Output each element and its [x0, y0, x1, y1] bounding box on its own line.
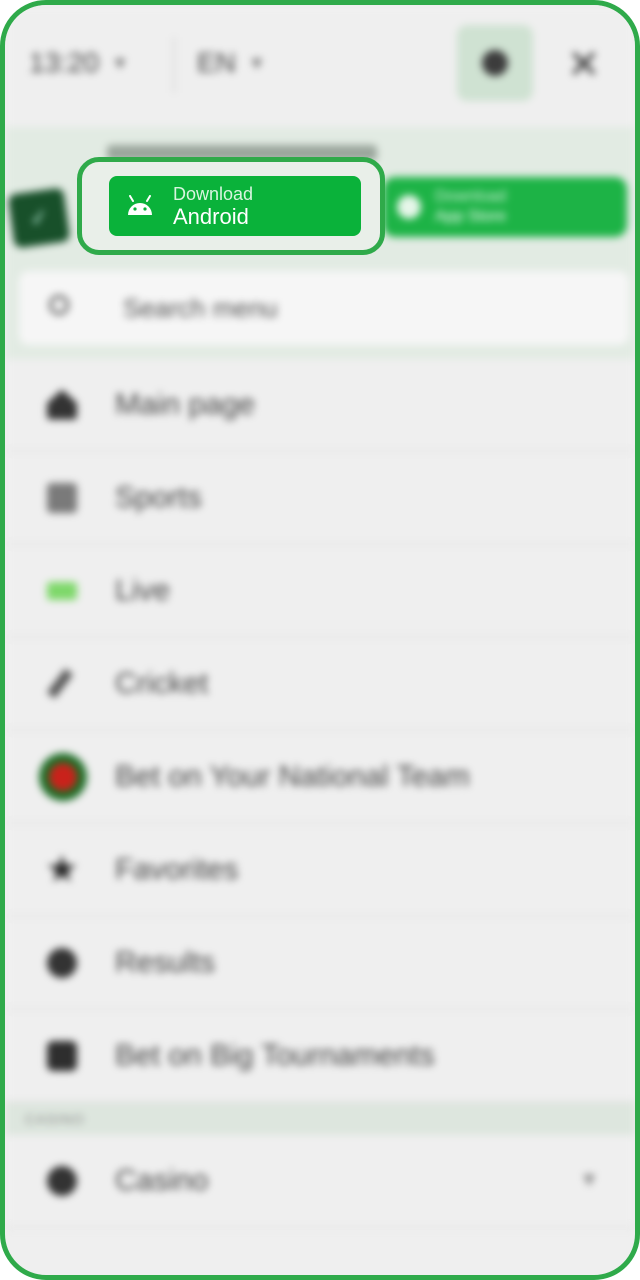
time-selector[interactable]: 13:20 ▼ — [29, 47, 129, 79]
results-icon — [47, 947, 77, 978]
apple-icon — [397, 195, 421, 219]
language-label: EN — [197, 47, 236, 78]
close-icon: ✕ — [567, 43, 601, 87]
android-icon — [128, 195, 152, 215]
casino-icon — [47, 1165, 77, 1196]
menu-item-label: Sports — [115, 480, 202, 514]
android-button-line2: Android — [173, 204, 249, 229]
menu-item-big-tournaments[interactable]: Bet on Big Tournaments — [5, 1010, 635, 1103]
language-selector[interactable]: EN ▼ — [197, 47, 266, 79]
menu-item-casino[interactable]: Casino ▼ — [5, 1135, 635, 1228]
tournament-icon — [47, 1040, 77, 1071]
menu-item-label: Results — [115, 945, 216, 979]
download-ios-button[interactable]: Download App Store — [383, 177, 627, 237]
chevron-down-icon: ▼ — [247, 52, 266, 73]
section-header-label: CASINO — [25, 1111, 85, 1127]
search-bar — [19, 271, 629, 345]
download-android-button[interactable]: Download Android — [109, 176, 361, 236]
menu-list: Main page Sports Live Cricket Bet on You… — [5, 359, 635, 1228]
phone-frame: 13:20 ▼ EN ▼ ✕ ✓ Download App Store Sear… — [0, 0, 640, 1280]
gear-icon — [482, 50, 508, 76]
menu-item-label: Casino — [115, 1163, 209, 1197]
settings-button[interactable] — [457, 25, 533, 101]
menu-item-label: Cricket — [115, 666, 209, 700]
ios-button-line1: Download — [435, 188, 507, 205]
sports-icon — [47, 482, 77, 513]
menu-item-favorites[interactable]: Favorites — [5, 824, 635, 917]
live-icon — [47, 581, 77, 600]
menu-item-results[interactable]: Results — [5, 917, 635, 1010]
chevron-down-icon: ▼ — [111, 52, 129, 73]
menu-item-main-page[interactable]: Main page — [5, 359, 635, 452]
cricket-icon — [47, 668, 73, 699]
search-icon — [49, 295, 69, 315]
app-logo-icon: ✓ — [7, 187, 71, 249]
top-bar: 13:20 ▼ EN ▼ ✕ — [5, 5, 635, 127]
star-icon — [47, 854, 77, 882]
search-input[interactable] — [123, 293, 523, 324]
ios-button-line2: App Store — [435, 208, 507, 225]
flag-icon — [39, 752, 87, 801]
menu-item-cricket[interactable]: Cricket — [5, 638, 635, 731]
menu-item-label: Live — [115, 573, 171, 607]
menu-item-national-team[interactable]: Bet on Your National Team — [5, 731, 635, 824]
menu-item-label: Main page — [115, 387, 256, 421]
section-header-casino: CASINO — [5, 1103, 635, 1135]
time-label: 13:20 — [29, 47, 100, 78]
android-button-line1: Download — [173, 184, 254, 204]
menu-item-sports[interactable]: Sports — [5, 452, 635, 545]
home-icon — [47, 389, 77, 420]
menu-item-label: Bet on Big Tournaments — [115, 1038, 435, 1072]
chevron-down-icon: ▼ — [579, 1169, 599, 1191]
menu-item-label: Bet on Your National Team — [115, 759, 470, 793]
close-button[interactable]: ✕ — [567, 45, 601, 85]
menu-item-label: Favorites — [115, 852, 239, 886]
divider — [173, 37, 175, 93]
menu-item-live[interactable]: Live — [5, 545, 635, 638]
